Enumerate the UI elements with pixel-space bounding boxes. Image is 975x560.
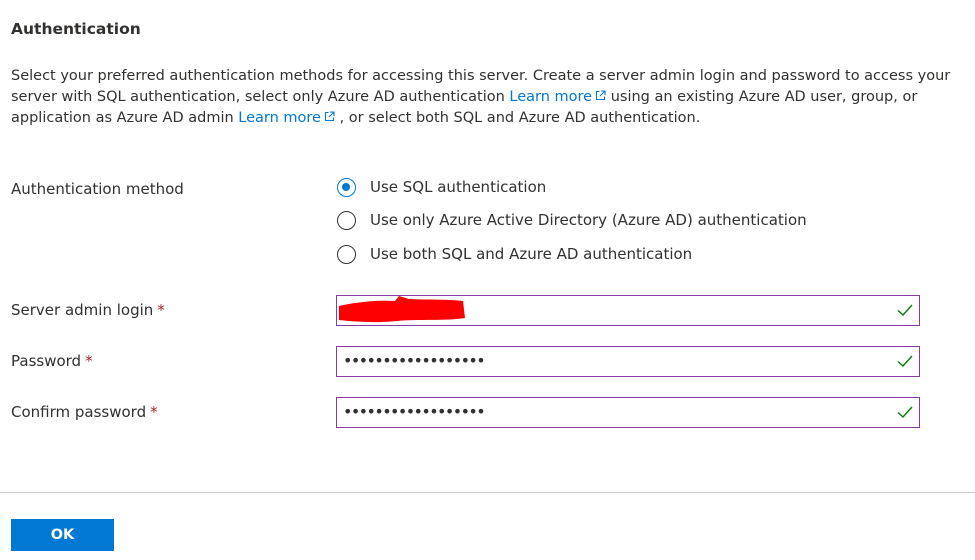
section-title: Authentication: [11, 20, 141, 38]
radio-sql-auth[interactable]: Use SQL authentication: [337, 175, 546, 199]
radio-button[interactable]: [337, 210, 356, 230]
radio-both-auth[interactable]: Use both SQL and Azure AD authentication: [337, 242, 692, 266]
learn-more-link-admin[interactable]: Learn more: [238, 110, 335, 126]
checkmark-icon: [897, 304, 913, 317]
redaction-mark: [339, 296, 465, 323]
radio-label: Use SQL authentication: [370, 178, 547, 196]
confirm-password-label: Confirm password *: [11, 403, 158, 421]
checkmark-icon: [897, 355, 913, 368]
required-marker: *: [157, 301, 165, 319]
confirm-password-value: ••••••••••••••••••: [343, 402, 486, 421]
radio-button-selected[interactable]: [337, 177, 356, 197]
authentication-panel: Authentication Select your preferred aut…: [0, 0, 975, 560]
radio-label: Use both SQL and Azure AD authentication: [370, 245, 693, 263]
admin-login-label: Server admin login *: [11, 301, 165, 319]
admin-login-input[interactable]: [336, 295, 920, 326]
required-marker: *: [85, 352, 93, 370]
checkmark-icon: [897, 406, 913, 419]
radio-azure-ad-only[interactable]: Use only Azure Active Directory (Azure A…: [337, 208, 807, 232]
external-link-icon: [324, 111, 335, 122]
password-label: Password *: [11, 352, 93, 370]
radio-button[interactable]: [337, 244, 356, 264]
learn-more-link-azure-ad[interactable]: Learn more: [509, 89, 606, 105]
password-input[interactable]: ••••••••••••••••••: [336, 346, 920, 377]
footer-divider: [0, 492, 975, 493]
section-description: Select your preferred authentication met…: [11, 66, 961, 129]
description-text-3: , or select both SQL and Azure AD authen…: [334, 110, 701, 126]
required-marker: *: [150, 403, 158, 421]
external-link-icon: [596, 90, 606, 101]
password-value: ••••••••••••••••••: [343, 351, 486, 370]
confirm-password-input[interactable]: ••••••••••••••••••: [336, 397, 920, 428]
auth-method-label: Authentication method: [11, 180, 184, 198]
ok-button[interactable]: OK: [11, 519, 114, 551]
radio-label: Use only Azure Active Directory (Azure A…: [370, 211, 807, 229]
